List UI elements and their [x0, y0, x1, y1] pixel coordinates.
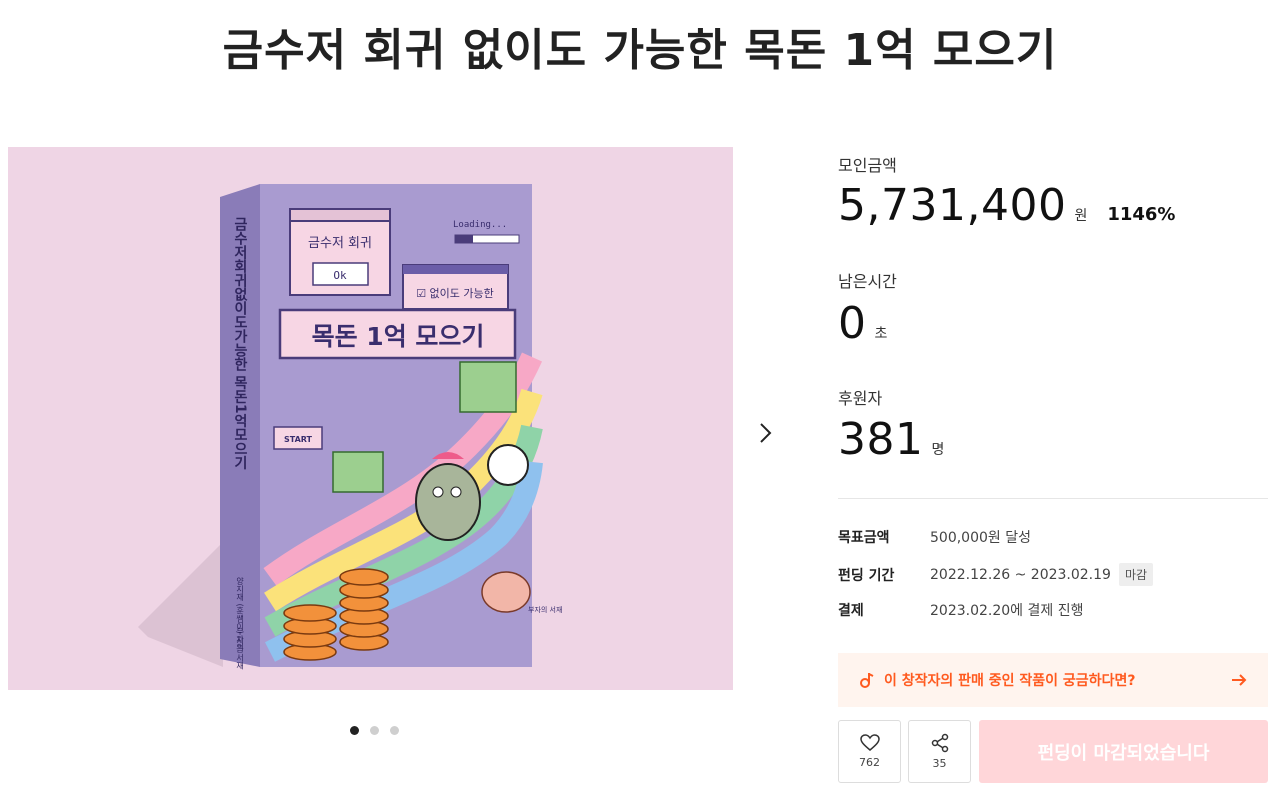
like-count: 762 [859, 756, 880, 769]
popup1-title: 금수저 회귀 [308, 236, 372, 251]
product-image-gallery[interactable]: 금수저 회귀 Ok Loading... ☑ 없이도 가능한 목돈 1억 모으기… [8, 147, 733, 690]
raised-label: 모인금액 [838, 156, 897, 175]
payment-value: 2023.02.20에 결제 진행 [930, 603, 1084, 619]
creator-shop-banner[interactable]: 이 창작자의 판매 중인 작품이 궁금하다면? [838, 653, 1268, 707]
backers-value: 381 [838, 414, 924, 465]
backers-unit: 명 [931, 442, 945, 458]
spine-title: 금수저회귀없이도가능한 목돈1억모으기 [232, 217, 248, 471]
share-count: 35 [932, 757, 947, 770]
goal-key: 목표금액 [838, 530, 890, 546]
time-label: 남은시간 [838, 272, 897, 291]
funding-closed-button[interactable]: 펀딩이 마감되었습니다 [979, 720, 1268, 783]
chevron-right-icon [760, 423, 772, 443]
loading-text: Loading... [453, 220, 507, 230]
share-button[interactable]: 35 [908, 720, 971, 783]
gallery-pagination [350, 726, 399, 735]
pig-text: 부자의 서재 [528, 605, 562, 614]
payment-key: 결제 [838, 603, 864, 619]
popup1-ok: Ok [333, 269, 347, 282]
time-unit: 초 [874, 326, 888, 342]
raised-value: 5,731,400 [838, 180, 1067, 231]
gallery-dot-1[interactable] [350, 726, 359, 735]
divider [838, 498, 1268, 499]
spine-publisher: 부자의 서재 [235, 627, 244, 671]
raised-amount: 5,731,400 원 1146% [838, 180, 1175, 231]
book-cover-image: 금수저 회귀 Ok Loading... ☑ 없이도 가능한 목돈 1억 모으기… [138, 184, 562, 671]
raised-percent: 1146% [1107, 204, 1176, 225]
note-icon [860, 673, 874, 688]
gallery-dot-2[interactable] [370, 726, 379, 735]
goal-value: 500,000원 달성 [930, 530, 1031, 546]
gallery-next-button[interactable] [752, 418, 780, 448]
period-row: 펀딩 기간 2022.12.26 ~ 2023.02.19 마감 [838, 563, 1154, 586]
status-badge: 마감 [1118, 563, 1154, 586]
popup2-text: ☑ 없이도 가능한 [416, 287, 494, 300]
period-key: 펀딩 기간 [838, 567, 895, 584]
like-button[interactable]: 762 [838, 720, 901, 783]
time-remaining: 0 초 [838, 298, 887, 349]
page-title: 금수저 회귀 없이도 가능한 목돈 1억 모으기 [222, 25, 1058, 76]
promo-text: 이 창작자의 판매 중인 작품이 궁금하다면? [884, 673, 1136, 689]
arrow-right-icon [1232, 674, 1247, 686]
period-value: 2022.12.26 ~ 2023.02.19 [930, 566, 1111, 583]
backers-label: 후원자 [838, 389, 883, 408]
start-label: START [284, 435, 313, 444]
share-icon [931, 733, 948, 753]
raised-unit: 원 [1074, 208, 1088, 224]
heart-icon [859, 734, 880, 751]
gallery-dot-3[interactable] [390, 726, 399, 735]
time-value: 0 [838, 298, 867, 349]
backers-count: 381 명 [838, 414, 944, 465]
cover-main-title: 목돈 1억 모으기 [312, 322, 485, 351]
goal-row: 목표금액 500,000원 달성 [838, 527, 1031, 547]
payment-row: 결제 2023.02.20에 결제 진행 [838, 600, 1083, 620]
